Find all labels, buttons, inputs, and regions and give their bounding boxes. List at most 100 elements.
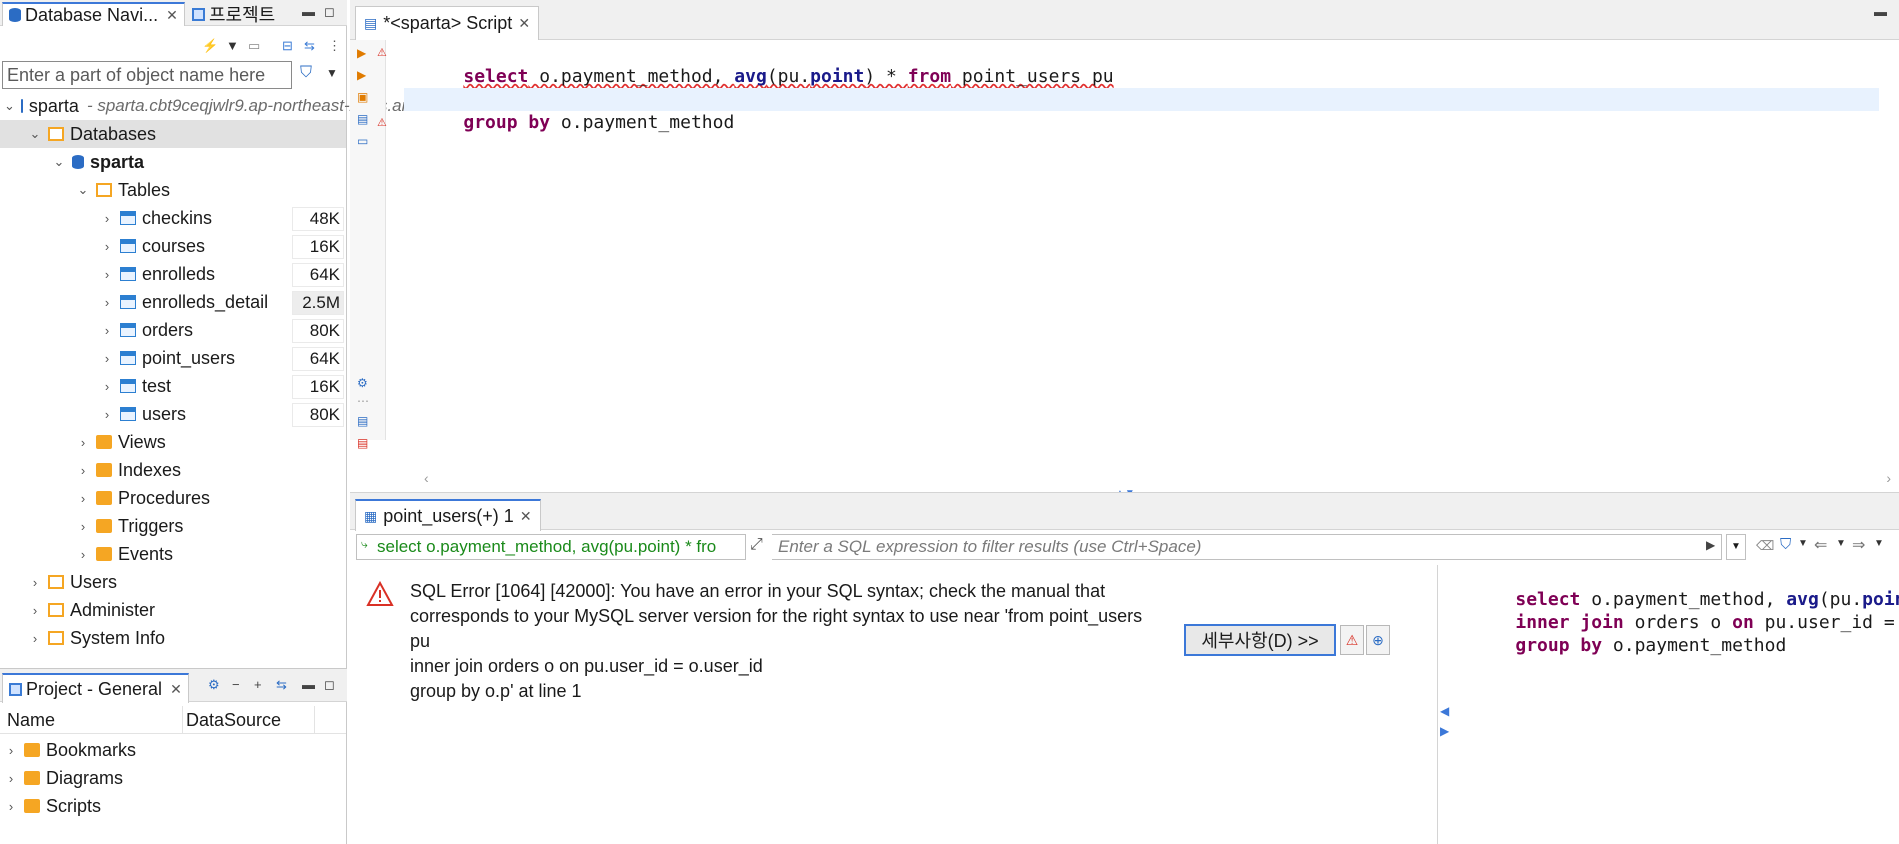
chevron-right-icon[interactable]: › <box>28 631 42 646</box>
project-item-scripts[interactable]: › Scripts <box>0 792 346 820</box>
chevron-right-icon[interactable]: › <box>76 547 90 562</box>
execute-statement-icon[interactable]: ▶ <box>357 46 366 60</box>
tab-project[interactable]: 프로젝트 <box>186 2 281 26</box>
tree-schema-sparta[interactable]: ⌄ sparta <box>0 148 346 176</box>
close-icon[interactable]: ✕ <box>170 681 182 698</box>
column-datasource[interactable]: DataSource <box>186 710 281 731</box>
minimize-icon[interactable]: ▬ <box>302 677 315 692</box>
close-icon[interactable]: ✕ <box>518 15 530 32</box>
load-script-icon[interactable]: ▤ <box>357 112 368 126</box>
chevron-left-icon[interactable]: ◀ <box>1440 704 1449 718</box>
link-icon[interactable]: ⇆ <box>276 677 287 693</box>
expand-icon[interactable]: + <box>254 677 262 692</box>
filter-history-dropdown[interactable]: ▼ <box>1726 534 1746 560</box>
scroll-left-icon[interactable]: ‹ <box>424 470 429 486</box>
maximize-editor-icon[interactable]: ▬ <box>1874 4 1887 19</box>
chevron-right-icon[interactable]: › <box>4 771 18 786</box>
chevron-right-icon[interactable]: › <box>100 239 114 254</box>
tree-table-row[interactable]: › checkins 48K <box>0 204 346 232</box>
tree-administer[interactable]: › Administer <box>0 596 346 624</box>
tree-databases[interactable]: ⌄ Databases <box>0 120 346 148</box>
tree-folder-indexes[interactable]: › Indexes <box>0 456 346 484</box>
tree-folder-procedures[interactable]: › Procedures <box>0 484 346 512</box>
back-dropdown-icon[interactable]: ▼ <box>1836 538 1846 549</box>
link-editor-icon[interactable]: ⇆ <box>304 38 315 54</box>
collapse-icon[interactable]: − <box>232 677 240 692</box>
chevron-right-icon[interactable]: › <box>76 491 90 506</box>
document-error-icon[interactable]: ▤ <box>357 436 368 450</box>
filter-settings-dropdown-icon[interactable]: ▼ <box>1798 538 1808 549</box>
dropdown-icon[interactable]: ▼ <box>226 38 239 53</box>
settings-icon[interactable]: ⚙ <box>208 677 220 693</box>
chevron-right-icon[interactable]: › <box>76 463 90 478</box>
terminal-icon[interactable]: ▭ <box>357 134 368 148</box>
execute-script-icon[interactable]: ▶ <box>357 68 366 82</box>
tree-table-row[interactable]: › enrolleds_detail 2.5M <box>0 288 346 316</box>
clear-filter-icon[interactable]: ⌫ <box>1756 538 1774 554</box>
tab-sql-script[interactable]: ▤ *<sparta> Script ✕ <box>355 6 540 40</box>
filter-expression-input[interactable] <box>772 534 1722 560</box>
new-folder-icon[interactable]: ▭ <box>248 38 260 54</box>
tab-database-navigator[interactable]: Database Navi... ✕ <box>2 2 185 26</box>
maximize-icon[interactable]: ◻ <box>324 677 335 693</box>
tab-results-point-users[interactable]: ▦ point_users(+) 1 ✕ <box>355 499 541 531</box>
chevron-down-icon[interactable]: ⌄ <box>28 126 42 142</box>
chevron-right-icon[interactable]: › <box>28 603 42 618</box>
chevron-down-icon[interactable]: ⌄ <box>76 182 90 198</box>
close-icon[interactable]: ✕ <box>520 508 532 525</box>
chevron-right-icon[interactable]: › <box>4 799 18 814</box>
chevron-down-icon[interactable]: ⌄ <box>52 154 66 170</box>
close-icon[interactable]: ✕ <box>166 7 178 24</box>
minimize-icon[interactable]: ▬ <box>302 4 315 19</box>
tree-users[interactable]: › Users <box>0 568 346 596</box>
apply-filter-icon[interactable]: ▶ <box>1706 538 1715 552</box>
tree-table-row[interactable]: › test 16K <box>0 372 346 400</box>
forward-icon[interactable]: ⇒ <box>1852 535 1865 555</box>
tree-table-row[interactable]: › point_users 64K <box>0 344 346 372</box>
tree-folder-views[interactable]: › Views <box>0 428 346 456</box>
collapse-all-icon[interactable]: ⊟ <box>282 38 293 54</box>
tree-folder-events[interactable]: › Events <box>0 540 346 568</box>
chevron-right-icon[interactable]: › <box>100 267 114 282</box>
tree-table-row[interactable]: › courses 16K <box>0 232 346 260</box>
new-connection-icon[interactable]: ⚡ <box>202 38 218 54</box>
chevron-right-icon[interactable]: › <box>28 575 42 590</box>
chevron-right-icon[interactable]: › <box>100 407 114 422</box>
filter-settings-icon[interactable]: ⛉ <box>1780 536 1791 553</box>
chevron-right-icon[interactable]: › <box>4 743 18 758</box>
settings-icon[interactable]: ⚙ <box>357 376 368 390</box>
export-icon[interactable]: ▤ <box>357 414 368 428</box>
chevron-right-icon[interactable]: › <box>76 435 90 450</box>
search-error-button[interactable]: ⊕ <box>1366 625 1390 655</box>
chevron-right-icon[interactable]: › <box>100 211 114 226</box>
tree-table-row[interactable]: › orders 80K <box>0 316 346 344</box>
object-search-input[interactable] <box>2 61 292 89</box>
filter-dropdown-icon[interactable]: ▼ <box>326 66 338 80</box>
chevron-right-icon[interactable]: › <box>100 351 114 366</box>
column-name[interactable]: Name <box>7 710 55 731</box>
editor-horizontal-scrollbar[interactable]: ‹ › <box>420 470 1895 488</box>
chevron-right-icon[interactable]: › <box>100 379 114 394</box>
view-menu-icon[interactable]: ⋮ <box>328 38 341 54</box>
tree-table-row[interactable]: › enrolleds 64K <box>0 260 346 288</box>
tree-connection-sparta[interactable]: ⌄ sparta - sparta.cbt9ceqjwlr9.ap-northe… <box>0 92 520 120</box>
more-icon[interactable]: ⋯ <box>357 394 369 408</box>
chevron-right-icon[interactable]: › <box>100 323 114 338</box>
panel-divider-handle[interactable]: ◀ ▶ <box>1440 700 1449 740</box>
tab-project-general[interactable]: Project - General ✕ <box>2 673 189 703</box>
chevron-right-icon[interactable]: › <box>76 519 90 534</box>
chevron-right-icon[interactable]: ▶ <box>1440 724 1449 738</box>
scroll-right-icon[interactable]: › <box>1886 470 1891 486</box>
tree-tables[interactable]: ⌄ Tables <box>0 176 346 204</box>
explain-plan-icon[interactable]: ▣ <box>357 90 368 104</box>
tree-table-row[interactable]: › users 80K <box>0 400 346 428</box>
forward-dropdown-icon[interactable]: ▼ <box>1874 538 1884 549</box>
project-item-bookmarks[interactable]: › Bookmarks <box>0 736 346 764</box>
maximize-icon[interactable]: ◻ <box>324 4 335 20</box>
sql-editor[interactable]: select o.payment_method, avg(pu.point) *… <box>404 40 1899 470</box>
tree-system-info[interactable]: › System Info <box>0 624 346 652</box>
error-log-button[interactable]: ⚠ <box>1340 625 1364 655</box>
filter-icon[interactable]: ⛉ <box>300 64 312 82</box>
project-item-diagrams[interactable]: › Diagrams <box>0 764 346 792</box>
query-preview[interactable]: ⤷ select o.payment_method, avg(pu.point)… <box>356 534 746 560</box>
